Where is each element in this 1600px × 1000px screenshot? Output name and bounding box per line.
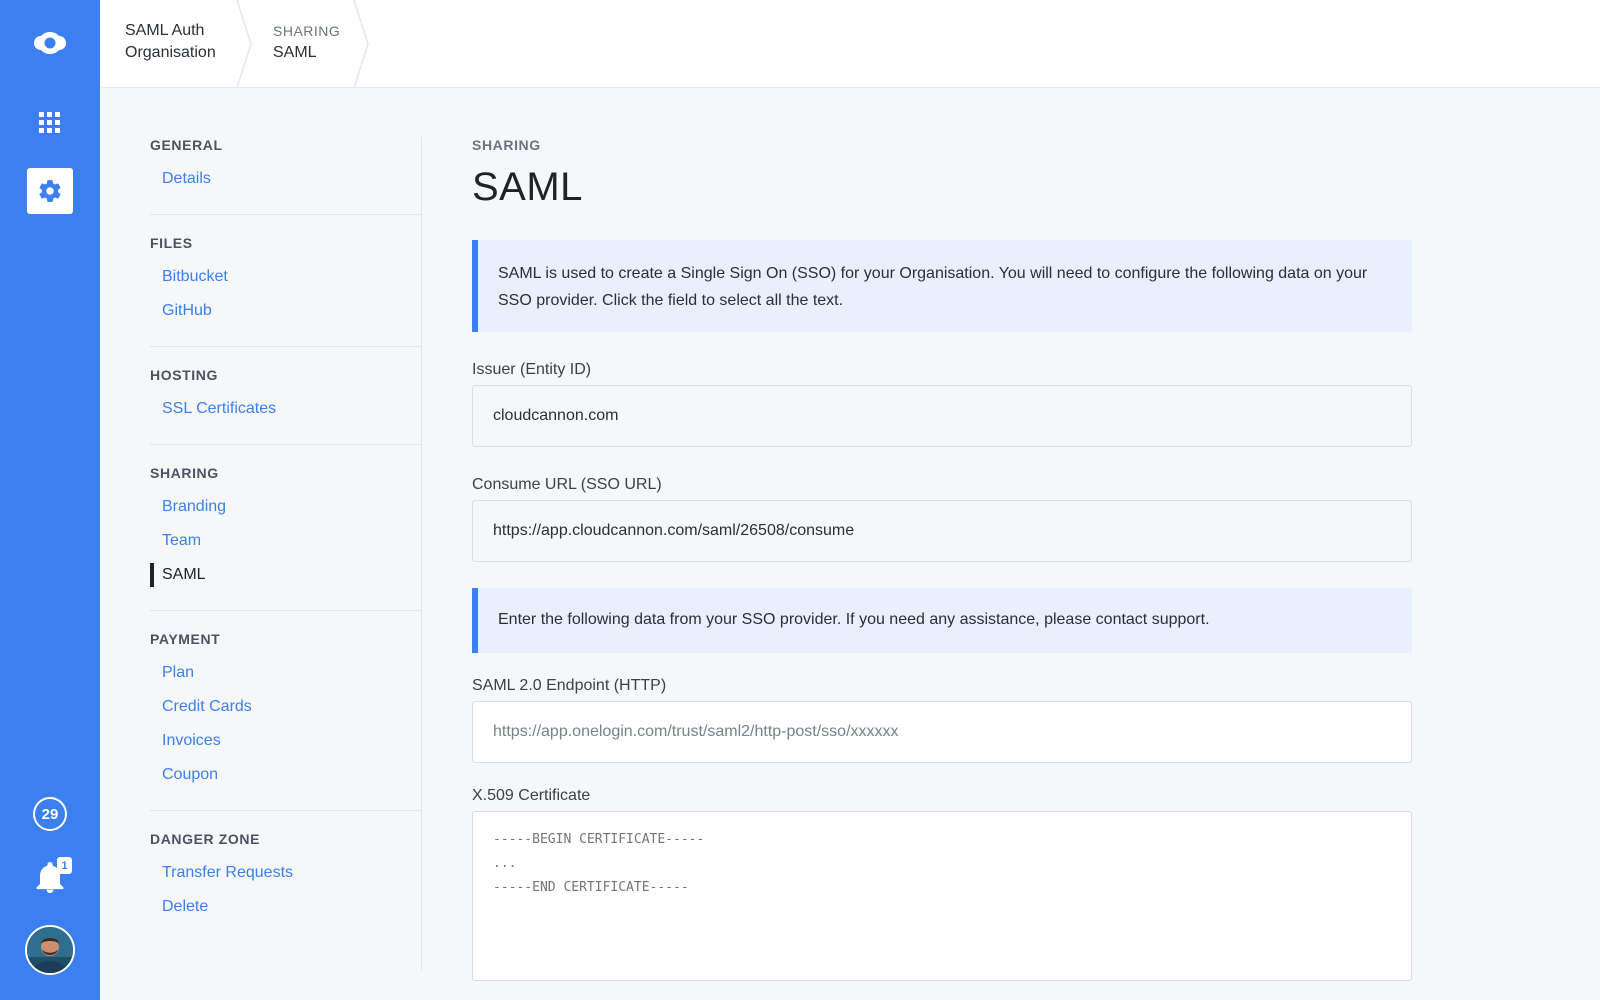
nav-heading: FILES [150, 235, 193, 251]
breadcrumb-org-type: Organisation [125, 44, 216, 61]
nav-heading: HOSTING [150, 367, 218, 383]
breadcrumb-separator [353, 0, 369, 88]
nav-heading: DANGER ZONE [150, 831, 261, 847]
settings-nav: GENERAL Details FILES Bitbucket GitHub H… [150, 137, 422, 970]
certificate-label: X.509 Certificate [472, 787, 591, 804]
nav-link-coupon[interactable]: Coupon [150, 758, 421, 792]
nav-link-github[interactable]: GitHub [150, 294, 421, 328]
avatar[interactable] [25, 925, 75, 975]
grid-icon[interactable] [27, 100, 73, 146]
nav-link-team[interactable]: Team [150, 524, 421, 558]
certificate-textarea[interactable] [472, 811, 1412, 981]
nav-section-payment: PAYMENT Plan Credit Cards Invoices Coupo… [150, 631, 421, 811]
breadcrumb-org-name: SAML Auth [125, 22, 205, 39]
nav-link-invoices[interactable]: Invoices [150, 724, 421, 758]
main-content: SHARING SAML SAML is used to create a Si… [472, 137, 1412, 986]
nav-heading: GENERAL [150, 137, 223, 153]
nav-link-plan[interactable]: Plan [150, 656, 421, 690]
breadcrumb-separator [236, 0, 252, 88]
nav-link-delete[interactable]: Delete [150, 890, 421, 924]
cloudcannon-logo-icon[interactable] [27, 20, 73, 66]
nav-link-credit-cards[interactable]: Credit Cards [150, 690, 421, 724]
nav-section-hosting: HOSTING SSL Certificates [150, 367, 421, 445]
breadcrumb-section: SHARING [273, 23, 341, 39]
nav-link-branding[interactable]: Branding [150, 490, 421, 524]
consume-url-field[interactable]: https://app.cloudcannon.com/saml/26508/c… [472, 500, 1412, 562]
saml-endpoint-label: SAML 2.0 Endpoint (HTTP) [472, 677, 667, 694]
nav-section-sharing: SHARING Branding Team SAML [150, 465, 421, 611]
nav-section-files: FILES Bitbucket GitHub [150, 235, 421, 347]
breadcrumb-organisation[interactable]: SAML Auth Organisation [125, 20, 216, 64]
nav-heading: PAYMENT [150, 631, 221, 647]
gear-icon[interactable] [27, 168, 73, 214]
issuer-label: Issuer (Entity ID) [472, 361, 592, 378]
usage-count-badge[interactable]: 29 [33, 797, 67, 831]
app-rail: 29 1 [0, 0, 100, 1000]
breadcrumb-current[interactable]: SHARING SAML [273, 20, 340, 64]
nav-link-bitbucket[interactable]: Bitbucket [150, 260, 421, 294]
consume-url-label: Consume URL (SSO URL) [472, 476, 662, 493]
nav-heading: SHARING [150, 465, 219, 481]
nav-link-details[interactable]: Details [150, 162, 421, 196]
breadcrumb-page: SAML [273, 44, 317, 61]
saml-endpoint-input[interactable] [472, 701, 1412, 763]
nav-link-saml[interactable]: SAML [150, 558, 421, 592]
info-notice: SAML is used to create a Single Sign On … [472, 240, 1412, 332]
issuer-field[interactable]: cloudcannon.com [472, 385, 1412, 447]
notification-badge: 1 [57, 857, 72, 874]
top-bar: SAML Auth Organisation SHARING SAML [100, 0, 1600, 88]
info-notice: Enter the following data from your SSO p… [472, 588, 1412, 653]
nav-section-general: GENERAL Details [150, 137, 421, 215]
page-title: SAML [472, 165, 583, 209]
nav-section-danger-zone: DANGER ZONE Transfer Requests Delete [150, 831, 421, 942]
nav-link-ssl-certificates[interactable]: SSL Certificates [150, 392, 421, 426]
nav-link-transfer-requests[interactable]: Transfer Requests [150, 856, 421, 890]
section-kicker: SHARING [472, 137, 541, 153]
